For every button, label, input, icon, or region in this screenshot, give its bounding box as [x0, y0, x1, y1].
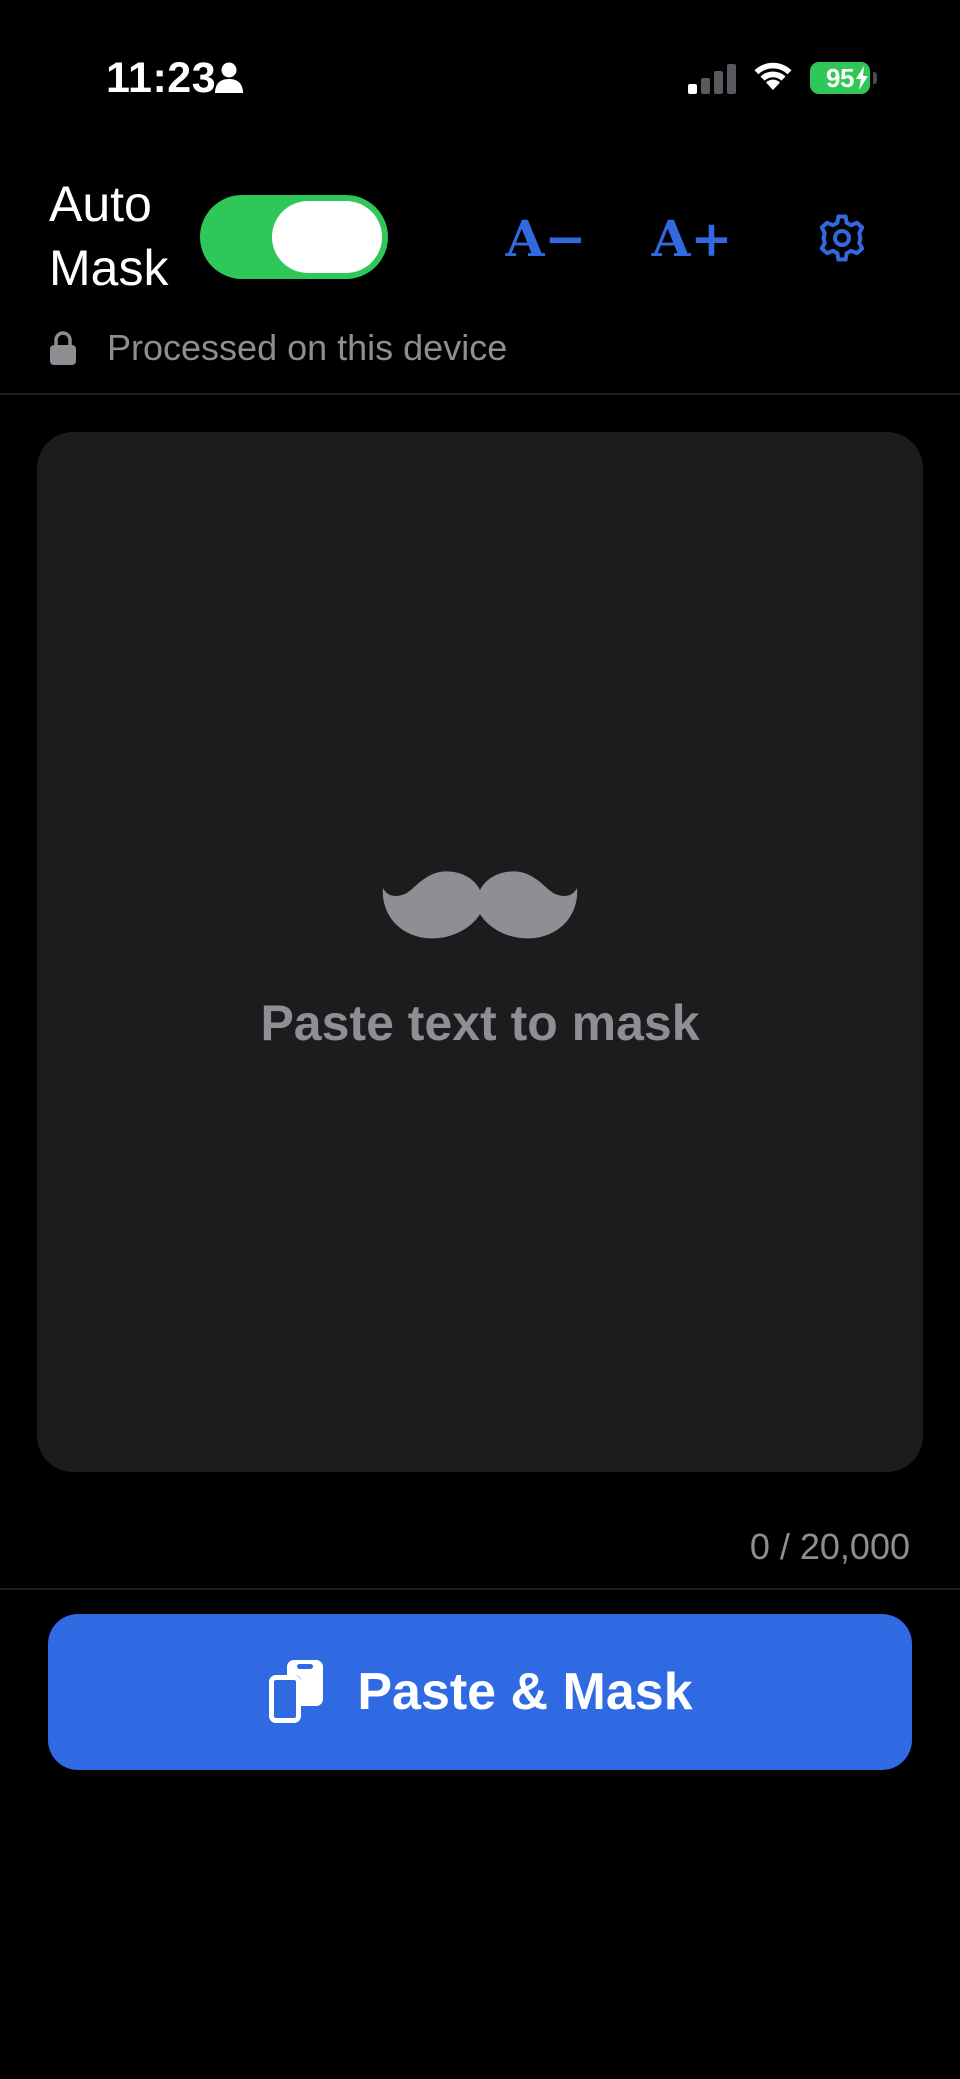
- paste-hint: Paste text to mask: [260, 995, 700, 1051]
- charging-bolt-icon: [856, 66, 868, 90]
- cellular-signal-icon: [688, 64, 736, 94]
- divider: [0, 393, 960, 395]
- auto-mask-toggle[interactable]: [200, 195, 388, 279]
- paste-and-mask-button[interactable]: Paste & Mask: [48, 1614, 912, 1770]
- auto-mask-label: Auto Mask: [49, 172, 209, 300]
- person-icon: [215, 62, 243, 93]
- mustache-icon: [382, 871, 578, 939]
- lock-icon: [50, 331, 76, 365]
- increase-font-button[interactable]: A+: [652, 200, 733, 276]
- battery-level: 95: [826, 63, 854, 93]
- status-time: 11:23: [106, 54, 217, 102]
- toggle-knob: [272, 201, 382, 273]
- divider: [0, 1588, 960, 1590]
- clipboard-icon: [269, 1660, 324, 1723]
- decrease-font-button[interactable]: A−: [506, 200, 587, 276]
- gear-icon[interactable]: [812, 208, 872, 268]
- battery-cap: [873, 72, 877, 84]
- paste-text-area[interactable]: Paste text to mask: [37, 432, 923, 1472]
- status-bar: 11:23 95: [0, 0, 960, 160]
- auto-mask-label-line2: Mask: [49, 240, 169, 296]
- privacy-notice: Processed on this device: [49, 326, 507, 370]
- paste-and-mask-label: Paste & Mask: [357, 1663, 693, 1721]
- character-count: 0 / 20,000: [749, 1526, 910, 1567]
- privacy-text: Processed on this device: [107, 327, 508, 368]
- wifi-icon: [754, 62, 792, 90]
- auto-mask-label-line1: Auto: [49, 176, 152, 232]
